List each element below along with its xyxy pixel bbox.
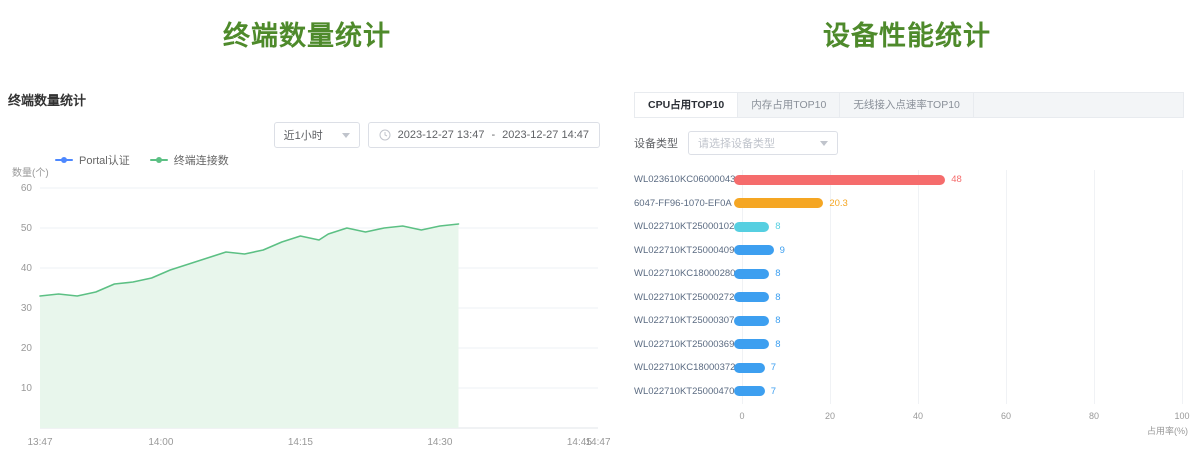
x-axis-title: 占用率(%) — [1147, 424, 1188, 437]
x-tick-label: 14:15 — [288, 437, 313, 448]
panel-title: 终端数量统计 — [8, 90, 86, 109]
value-bar — [734, 292, 769, 302]
date-range-picker[interactable]: 2023-12-27 13:47 - 2023-12-27 14:47 — [368, 122, 600, 148]
bar-value: 7 — [771, 362, 776, 373]
tab-cpu-top10[interactable]: CPU占用TOP10 — [635, 93, 738, 117]
bar-value: 7 — [771, 386, 776, 397]
bar-row: WL022710KT25000470 7 — [634, 380, 1188, 404]
device-label: WL022710KT25000307 — [634, 315, 734, 326]
bar-row: WL022710KT25000272 8 — [634, 286, 1188, 310]
y-axis-title: 数量(个) — [12, 164, 49, 179]
cpu-top10-chart: 占用率(%) 0 20 40 60 80 100 WL023610KC06000043 48 6… — [634, 168, 1188, 454]
x-tick-label: 60 — [1001, 411, 1011, 421]
x-tick-label: 0 — [739, 411, 744, 421]
bar-value: 9 — [780, 245, 785, 256]
bar-row: WL022710KT25000102 8 — [634, 215, 1188, 239]
x-tick-label: 40 — [913, 411, 923, 421]
bar-row: WL022710KT25000409 9 — [634, 239, 1188, 263]
time-range-select[interactable]: 近1小时 — [274, 122, 360, 148]
bar-row: WL022710KC18000280 8 — [634, 262, 1188, 286]
time-range-value: 近1小时 — [284, 127, 323, 143]
device-label: WL022710KT25000102 — [634, 221, 734, 232]
legend-item[interactable]: 终端连接数 — [150, 152, 229, 168]
bar-row: WL023610KC06000043 48 — [634, 168, 1188, 192]
bar-value: 20.3 — [829, 198, 848, 209]
tab-memory-top10[interactable]: 内存占用TOP10 — [738, 93, 840, 117]
x-tick-label: 13:47 — [27, 437, 52, 448]
y-tick-label: 40 — [21, 263, 33, 274]
bar-value: 8 — [775, 221, 780, 232]
value-bar — [734, 245, 774, 255]
right-section-title: 设备性能统计 — [614, 0, 1200, 53]
bar-row: WL022710KC18000372 7 — [634, 356, 1188, 380]
chart-controls: 近1小时 2023-12-27 13:47 - 2023-12-27 14:47 — [274, 122, 600, 148]
x-tick-label: 14:00 — [148, 437, 173, 448]
x-tick-label: 14:30 — [427, 437, 452, 448]
bar-value: 8 — [775, 315, 780, 326]
date-start: 2023-12-27 13:47 — [398, 129, 485, 141]
y-tick-label: 10 — [21, 383, 33, 394]
y-tick-label: 60 — [21, 183, 33, 194]
x-tick-label: 20 — [825, 411, 835, 421]
date-separator: - — [491, 129, 495, 141]
value-bar — [734, 222, 769, 232]
bar-value: 8 — [775, 292, 780, 303]
device-performance-panel: 设备性能统计 CPU占用TOP10 内存占用TOP10 无线接入点速率TOP10… — [614, 0, 1200, 456]
device-type-filter: 设备类型 请选择设备类型 — [634, 131, 838, 155]
legend-marker-icon — [150, 159, 168, 161]
device-label: WL022710KC18000372 — [634, 362, 734, 373]
device-label: WL023610KC06000043 — [634, 174, 734, 185]
device-label: WL022710KC18000280 — [634, 268, 734, 279]
bar-value: 8 — [775, 268, 780, 279]
device-label: WL022710KT25000369 — [634, 339, 734, 350]
x-tick-label: 100 — [1174, 411, 1189, 421]
value-bar — [734, 386, 765, 396]
device-label: WL022710KT25000272 — [634, 292, 734, 303]
value-bar — [734, 363, 765, 373]
device-label: WL022710KT25000470 — [634, 386, 734, 397]
x-tick-label: 80 — [1089, 411, 1099, 421]
value-bar — [734, 316, 769, 326]
y-tick-label: 50 — [21, 223, 33, 234]
terminal-count-chart-svg: 60504030201013:4714:0014:1514:3014:4514:… — [4, 178, 610, 450]
clock-icon — [379, 129, 391, 141]
chevron-down-icon — [820, 141, 828, 146]
bar-row: WL022710KT25000369 8 — [634, 333, 1188, 357]
x-tick-label: 14:47 — [585, 437, 610, 448]
device-label: 6047-FF96-1070-EF0A — [634, 198, 734, 209]
bar-value: 48 — [951, 174, 962, 185]
legend-label: Portal认证 — [79, 152, 130, 168]
performance-tabs: CPU占用TOP10 内存占用TOP10 无线接入点速率TOP10 — [634, 92, 1184, 118]
value-bar — [734, 269, 769, 279]
terminal-count-chart: 60504030201013:4714:0014:1514:3014:4514:… — [4, 178, 610, 450]
tab-ap-rate-top10[interactable]: 无线接入点速率TOP10 — [840, 93, 974, 117]
device-type-placeholder: 请选择设备类型 — [698, 135, 775, 151]
chevron-down-icon — [342, 133, 350, 138]
value-bar — [734, 175, 945, 185]
left-section-title: 终端数量统计 — [0, 0, 614, 53]
series-area — [40, 224, 459, 428]
bar-row: WL022710KT25000307 8 — [634, 309, 1188, 333]
bar-row: 6047-FF96-1070-EF0A 20.3 — [634, 192, 1188, 216]
legend-label: 终端连接数 — [174, 152, 229, 168]
value-bar — [734, 198, 823, 208]
value-bar — [734, 339, 769, 349]
device-label: WL022710KT25000409 — [634, 245, 734, 256]
device-type-select[interactable]: 请选择设备类型 — [688, 131, 838, 155]
chart-legend: Portal认证 终端连接数 — [55, 152, 229, 168]
y-tick-label: 20 — [21, 343, 33, 354]
date-end: 2023-12-27 14:47 — [502, 129, 589, 141]
terminal-stats-panel: 终端数量统计 终端数量统计 近1小时 2023-12-27 13:47 - 20… — [0, 0, 614, 456]
y-tick-label: 30 — [21, 303, 33, 314]
bar-value: 8 — [775, 339, 780, 350]
device-type-label: 设备类型 — [634, 135, 678, 151]
legend-item[interactable]: Portal认证 — [55, 152, 130, 168]
legend-marker-icon — [55, 159, 73, 161]
